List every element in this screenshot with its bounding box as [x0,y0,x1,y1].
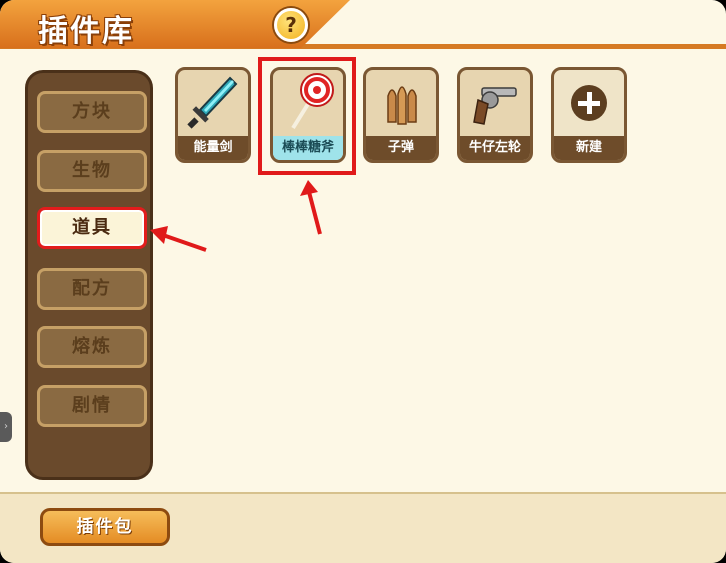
header: 插件库 ? [0,0,726,50]
plugin-library-window: 插件库 ? 方块 生物 道具 配方 熔炼 剧情 能量剑 棒棒糖斧 子弹 牛仔左轮… [0,0,726,563]
sidebar-item-creatures[interactable]: 生物 [37,150,147,192]
up-arrow-icon [300,180,322,235]
left-arrow-icon [150,226,207,252]
sidebar-item-story[interactable]: 剧情 [37,385,147,427]
sidebar-item-props[interactable]: 道具 [37,207,147,249]
sword-icon [187,76,238,129]
bullet-icon [387,86,417,125]
sidebar-item-recipes[interactable]: 配方 [37,268,147,310]
selection-highlight [258,57,356,175]
item-tile[interactable]: 能量剑 [175,67,251,163]
page-title: 插件库 [38,14,134,49]
item-label: 新建 [554,136,624,160]
item-tile[interactable]: 牛仔左轮 [457,67,533,163]
revolver-icon [473,87,517,125]
item-label: 能量剑 [178,136,248,160]
plugin-pack-button[interactable]: 插件包 [40,508,170,546]
collapse-tab[interactable]: › [0,412,12,442]
help-button[interactable]: ? [274,8,308,42]
item-label: 牛仔左轮 [460,136,530,160]
item-label: 子弹 [366,136,436,160]
sidebar-item-smelting[interactable]: 熔炼 [37,326,147,368]
plus-icon [571,85,607,121]
item-tile[interactable]: 子弹 [363,67,439,163]
sidebar-item-blocks[interactable]: 方块 [37,91,147,133]
category-sidebar: 方块 生物 道具 配方 熔炼 剧情 [25,70,153,480]
new-item-button[interactable]: 新建 [551,67,627,163]
